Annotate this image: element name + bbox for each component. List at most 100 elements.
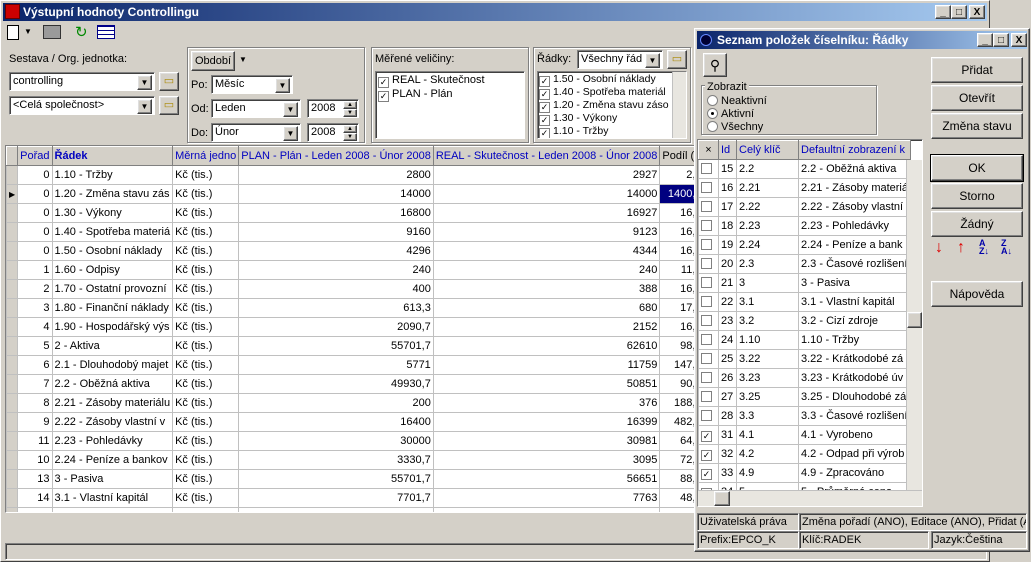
table-cell[interactable]: 15 [17,507,53,512]
table-cell[interactable]: 1 [17,260,53,280]
row-indicator[interactable] [6,165,19,185]
table-cell[interactable]: 6 [17,355,53,375]
row-indicator[interactable] [6,298,19,318]
table-cell[interactable]: 1.10 - Tržby [51,165,174,185]
column-header[interactable]: Id [718,140,737,160]
table-cell[interactable]: 3.1 - Vlastní kapitál [51,488,174,508]
sestava-select[interactable]: controlling ▼ [9,72,155,91]
row-checkbox-cell[interactable] [698,235,719,255]
folder-icon[interactable]: ▭ [159,72,179,91]
table-cell[interactable]: 14000 [238,184,434,204]
table-cell[interactable]: 3 [17,298,53,318]
table-cell[interactable]: 7763 [432,488,661,508]
row-checkbox-cell[interactable] [698,197,719,217]
list-item[interactable]: 18 2.23 2.23 - Pohledávky [698,216,911,236]
table-row[interactable]: 6 2.1 - Dlouhodobý majet Kč (tis.) 5771 1175… [6,355,694,375]
zadny-button[interactable]: Žádný [931,211,1023,237]
table-cell[interactable]: 2.22 [736,197,799,217]
table-cell[interactable]: 200 [238,393,434,413]
table-cell[interactable]: 400 [238,279,434,299]
table-cell[interactable]: 19 [718,235,737,255]
row-checkbox-cell[interactable] [698,311,719,331]
table-cell[interactable]: 2.24 - Peníze a bankov [51,450,174,470]
table-cell[interactable]: 2.2 [736,159,799,179]
table-cell[interactable]: 55701,7 [238,336,434,356]
radky-scrollbar[interactable] [672,72,686,138]
table-cell[interactable]: 240 [432,260,661,280]
table-cell[interactable]: 9160 [238,222,434,242]
checkbox-icon[interactable] [701,315,712,326]
table-cell[interactable]: 48000 [238,507,434,512]
spin-up-icon[interactable]: ▲ [343,125,357,133]
column-header[interactable]: REAL - Skutečnost - Leden 2008 - Únor 20… [432,146,661,166]
table-cell[interactable]: 2090,7 [238,317,434,337]
table-cell[interactable]: 98,01 [659,336,694,356]
row-indicator[interactable] [6,469,19,489]
table-cell[interactable]: Kč (tis.) [172,317,240,337]
table-cell[interactable]: 2.24 [736,235,799,255]
table-cell[interactable]: 16400 [238,412,434,432]
radky-item[interactable]: ✓ 1.40 - Spotřeba materiál [539,86,685,100]
table-cell[interactable]: Kč (tis.) [172,241,240,261]
po-select[interactable]: Měsíc ▼ [211,75,293,94]
checkbox-icon[interactable] [701,353,712,364]
table-cell[interactable]: 11759 [432,355,661,375]
checkbox-icon[interactable] [701,296,712,307]
table-cell[interactable]: 2152 [432,317,661,337]
move-up-icon[interactable]: ↑ [957,239,965,257]
table-cell[interactable]: 3.22 [736,349,799,369]
row-indicator[interactable] [6,279,19,299]
table-cell[interactable]: 33 [718,463,737,483]
table-cell[interactable]: 147,15 [659,355,694,375]
table-cell[interactable]: 2 [17,279,53,299]
table-cell[interactable]: 2.22 - Zásoby vlastní [798,197,911,217]
table-cell[interactable]: 2.24 - Peníze a bank [798,235,911,255]
row-checkbox-cell[interactable] [698,368,719,388]
table-row[interactable]: 4 1.90 - Hospodářský výs Kč (tis.) 2090,7 21… [6,317,694,337]
row-checkbox-cell[interactable] [698,406,719,426]
table-cell[interactable]: 16,44 [659,203,694,223]
row-checkbox-cell[interactable] [698,216,719,236]
row-checkbox-cell[interactable] [698,387,719,407]
table-row[interactable]: 10 2.24 - Peníze a bankov Kč (tis.) 3330,7 3… [6,450,694,470]
list-item[interactable]: 20 2.3 2.3 - Časové rozlišení [698,254,911,274]
scroll-thumb[interactable] [907,312,922,328]
table-cell[interactable]: 5 [17,336,53,356]
list-item[interactable]: 26 3.23 3.23 - Krátkodobé úv [698,368,911,388]
list-item[interactable]: 19 2.24 2.24 - Peníze a bank [698,235,911,255]
list-item[interactable]: 25 3.22 3.22 - Krátkodobé zá [698,349,911,369]
row-indicator[interactable] [6,374,19,394]
table-cell[interactable]: 4.1 [736,425,799,445]
table-cell[interactable]: 1.50 - Osobní náklady [51,241,174,261]
table-cell[interactable]: 1.10 - Tržby [798,330,911,350]
table-cell[interactable]: 28 [718,406,737,426]
table-cell[interactable]: 3.25 - Dlouhodobé zá [798,387,911,407]
table-cell[interactable]: 88,68 [659,469,694,489]
chevron-down-icon[interactable]: ▼ [275,78,290,93]
maximize-button[interactable]: □ [993,33,1009,47]
table-cell[interactable]: 9123 [432,222,661,242]
chevron-down-icon[interactable]: ▼ [24,27,32,36]
table-cell[interactable]: 188,00 [659,393,694,413]
row-checkbox-cell[interactable] [698,178,719,198]
row-indicator[interactable] [6,203,19,223]
refresh-icon[interactable]: ↻ [75,23,88,41]
table-row[interactable]: 01.10 - TržbyKč (tis.)280029272,87 [6,165,694,185]
table-cell[interactable]: 4296 [238,241,434,261]
table-cell[interactable]: 3.23 - Krátkodobé úv [798,368,911,388]
table-cell[interactable]: 4.9 [736,463,799,483]
table-cell[interactable]: 55701,7 [238,469,434,489]
table-cell[interactable]: 3.2 - Cizí zdroje [798,311,911,331]
table-cell[interactable]: 16,23 [659,317,694,337]
table-row[interactable]: 2 1.70 - Ostatní provozní Kč (tis.) 400 388 1… [6,279,694,299]
table-row[interactable]: 01.30 - VýkonyKč (tis.)168001692716,44 [6,203,694,223]
table-cell[interactable]: 1.10 [736,330,799,350]
row-checkbox-cell[interactable]: ✓ [698,444,719,464]
checkbox-checked-icon[interactable]: ✓ [378,77,389,88]
table-cell[interactable]: 31 [718,425,737,445]
org-select[interactable]: <Celá společnost> ▼ [9,96,155,115]
table-row[interactable]: 52 - AktivaKč (tis.)55701,76261098,01 [6,336,694,356]
column-header[interactable]: Defaultní zobrazení k [798,140,911,160]
table-cell[interactable]: 32 [718,444,737,464]
table-cell[interactable]: Kč (tis.) [172,165,240,185]
